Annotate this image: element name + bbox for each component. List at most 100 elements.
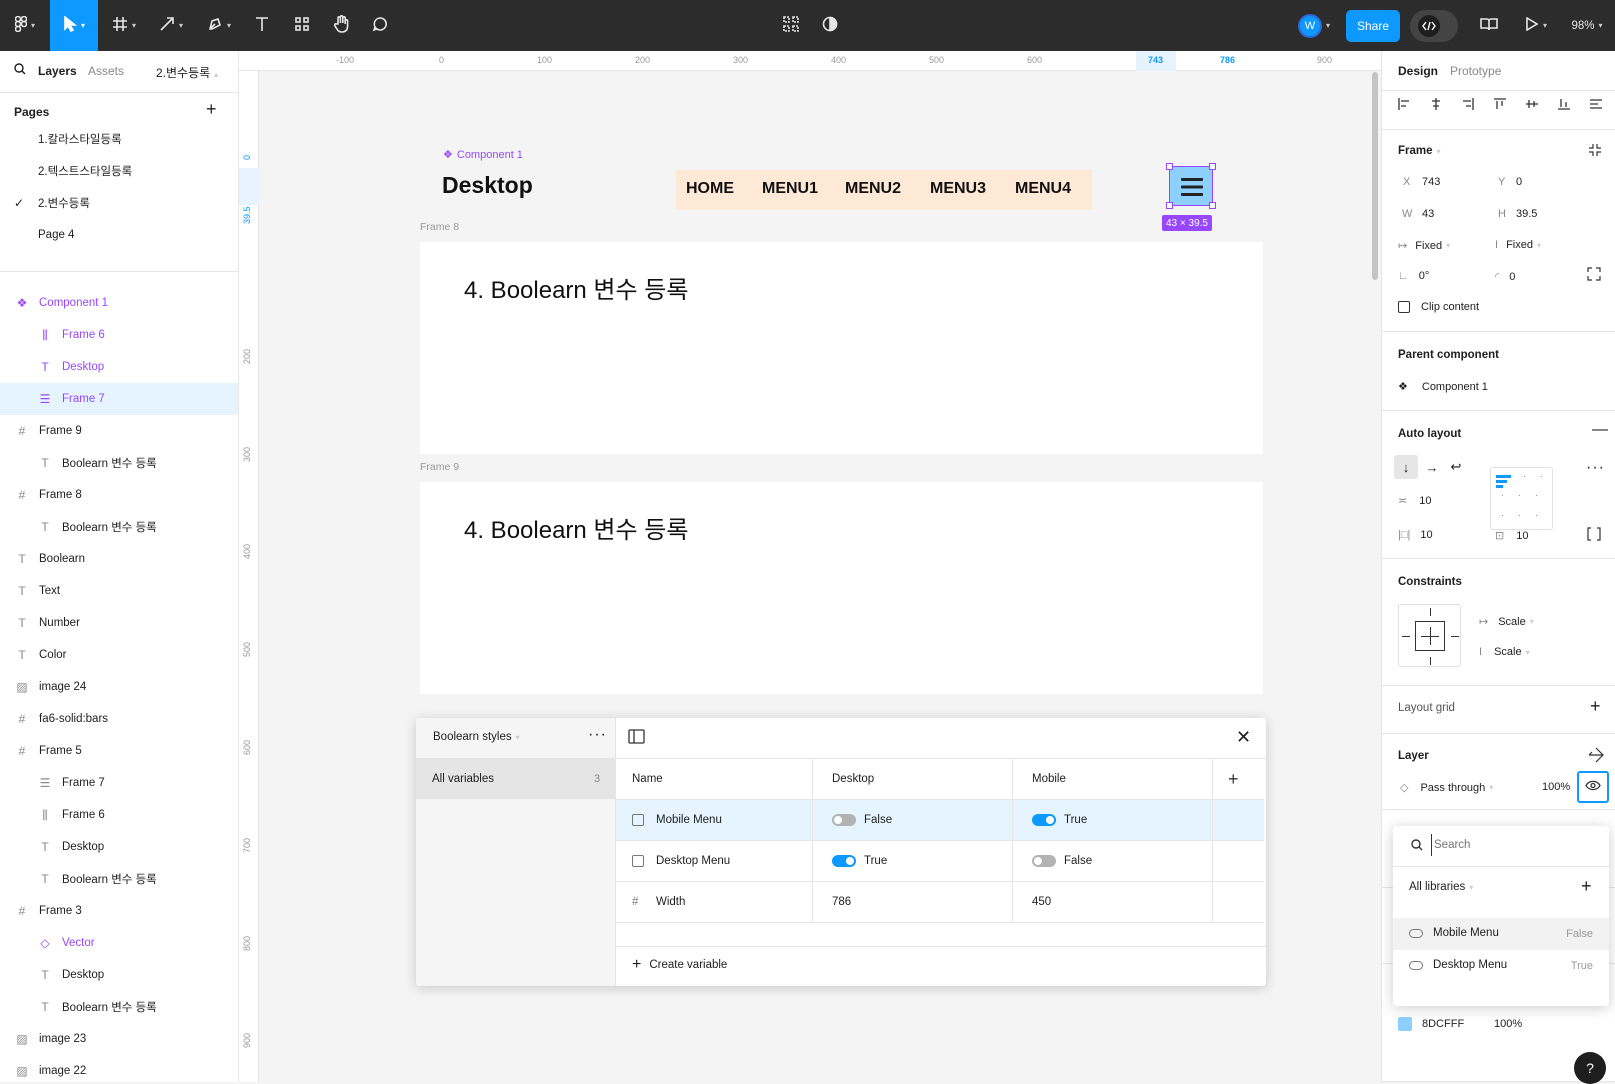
color-swatch[interactable] [1398,1017,1412,1031]
resize-handle[interactable] [1209,202,1216,209]
advanced-layout-icon[interactable]: ··· [1586,459,1605,477]
variable-name-cell[interactable]: Desktop Menu [632,841,730,881]
layer-row[interactable]: T Boolearn 변수 등록 [0,991,238,1023]
layer-row[interactable]: ▨ image 23 [0,1023,238,1055]
wrap-direction-icon[interactable]: ↩ [1444,455,1468,479]
create-variable-button[interactable]: + Create variable [632,956,727,974]
page-item[interactable]: 1.칼라스타일등록 [0,123,238,155]
tab-design[interactable]: Design [1398,64,1438,78]
popover-variable-item[interactable]: Mobile Menu False [1393,918,1609,950]
variable-row[interactable]: Mobile Menu False True [616,800,1264,841]
help-button[interactable]: ? [1574,1052,1606,1084]
close-icon[interactable]: ✕ [1236,728,1251,746]
vertical-constraint-dropdown[interactable]: I Scale ▾ [1479,646,1530,658]
height-mode-dropdown[interactable]: I Fixed ▾ [1495,239,1541,251]
horizontal-constraint-dropdown[interactable]: ↦ Scale ▾ [1479,615,1534,629]
align-vertical-center-icon[interactable] [1525,97,1539,114]
more-options-icon[interactable]: ··· [588,726,607,744]
nav-item[interactable]: MENU1 [762,180,818,198]
comment-tool-button[interactable] [366,0,394,51]
frame-label-frame-8[interactable]: Frame 8 [420,221,459,233]
layer-row[interactable]: T Boolearn 변수 등록 [0,447,238,479]
variable-search-input[interactable] [1431,834,1591,856]
user-avatar-button[interactable]: W ▾ [1290,0,1338,51]
nav-item[interactable]: HOME [686,180,734,198]
layer-row[interactable]: T Boolearn [0,543,238,575]
gap-input[interactable]: ≍ 10 [1398,494,1431,508]
search-layers-button[interactable] [14,63,26,78]
rotation-input[interactable]: ∟ 0° [1398,270,1429,282]
zoom-dropdown[interactable]: 98% ▾ [1564,0,1610,51]
pen-tool-button[interactable]: ▾ [198,0,240,51]
shape-tool-button[interactable]: ▾ [150,0,192,51]
variable-name-cell[interactable]: Mobile Menu [632,800,722,840]
layer-row[interactable]: T Desktop [0,831,238,863]
frame-label-frame-9[interactable]: Frame 9 [420,461,459,473]
toggle-switch[interactable] [832,814,856,826]
color-row[interactable]: 8DCFFF 100% [1398,1014,1598,1034]
resources-button[interactable] [288,0,316,51]
horizontal-direction-icon[interactable]: → [1420,455,1444,479]
align-bottom-icon[interactable] [1557,97,1571,114]
parent-component-link[interactable]: ❖ Component 1 [1398,380,1488,394]
current-page-dropdown[interactable]: 2.변수등록 ▴ [156,64,218,81]
individual-padding-icon[interactable] [1587,527,1601,544]
variable-row[interactable]: # Width 786 450 [616,882,1264,923]
canvas-scrollbar[interactable] [1372,72,1378,280]
page-item[interactable]: 2.텍스트스타일등록 [0,155,238,187]
layer-row[interactable]: ⫼ Frame 6 [0,319,238,351]
corner-radius-input[interactable]: ◜ 0 [1495,270,1515,284]
layer-row[interactable]: ⫼ Frame 6 [0,799,238,831]
column-header-desktop[interactable]: Desktop [832,759,874,799]
main-menu-button[interactable]: ▾ [8,0,42,51]
toggle-switch[interactable] [1032,814,1056,826]
apply-variable-mode-icon[interactable] [1588,747,1604,766]
frame-9[interactable]: 4. Boolearn 변수 등록 [420,482,1263,694]
layer-row[interactable]: ☰ Frame 7 [0,383,238,415]
component-nav-bar[interactable]: HOME MENU1 MENU2 MENU3 MENU4 [676,170,1092,210]
canvas[interactable]: ❖ Component 1 Desktop HOME MENU1 MENU2 MENU3… [260,72,1380,1082]
resize-handle[interactable] [1209,163,1216,170]
variable-value-desktop[interactable]: True [832,841,887,881]
layer-row[interactable]: # Frame 3 [0,895,238,927]
remove-auto-layout-icon[interactable]: — [1592,421,1608,439]
blend-mode-dropdown[interactable]: ◇ Pass through ▾ [1400,781,1493,795]
frame-tool-button[interactable]: ▾ [104,0,144,51]
layer-row[interactable]: # Frame 9 [0,415,238,447]
nav-item[interactable]: MENU2 [845,180,901,198]
align-horizontal-center-icon[interactable] [1429,97,1443,114]
page-item[interactable]: Page 4 [0,219,238,251]
column-header-mobile[interactable]: Mobile [1032,759,1066,799]
component-title[interactable]: Desktop [442,172,533,199]
layer-row[interactable]: # Frame 8 [0,479,238,511]
text-tool-button[interactable] [248,0,276,51]
layer-row[interactable]: T Number [0,607,238,639]
tab-assets[interactable]: Assets [88,64,124,78]
layer-row[interactable]: ◇ Vector [0,927,238,959]
variable-row[interactable]: Desktop Menu True False [616,841,1264,882]
layer-row[interactable]: # fa6-solid:bars [0,703,238,735]
tab-prototype[interactable]: Prototype [1450,64,1501,78]
vertical-direction-icon[interactable]: ↓ [1394,455,1418,479]
present-button[interactable]: ▾ [1516,0,1556,51]
variable-value-mobile[interactable]: 450 [1032,882,1051,922]
y-input[interactable]: 0 [1516,176,1522,188]
libraries-dropdown[interactable]: All libraries ▾ [1409,881,1473,893]
hand-tool-button[interactable] [328,0,356,51]
resize-to-fit-icon[interactable] [1588,143,1602,160]
add-layout-grid-icon[interactable]: + [1590,696,1601,717]
layer-row[interactable]: T Boolearn 변수 등록 [0,863,238,895]
variable-name-cell[interactable]: # Width [632,882,685,922]
nav-item[interactable]: MENU4 [1015,180,1071,198]
align-left-icon[interactable] [1397,97,1411,114]
x-input[interactable]: 743 [1422,176,1440,188]
layer-row[interactable]: ❖ Component 1 [0,287,238,319]
constraints-widget[interactable] [1398,604,1461,667]
variable-value-mobile[interactable]: True [1032,800,1087,840]
layer-row[interactable]: # Frame 5 [0,735,238,767]
width-mode-dropdown[interactable]: ↦ Fixed ▾ [1398,239,1450,253]
page-item[interactable]: ✓ 2.변수등록 [0,187,238,219]
create-variable-icon[interactable]: + [1581,876,1592,897]
group-all-variables[interactable]: All variables 3 [416,759,616,799]
add-mode-icon[interactable]: + [1228,759,1239,799]
